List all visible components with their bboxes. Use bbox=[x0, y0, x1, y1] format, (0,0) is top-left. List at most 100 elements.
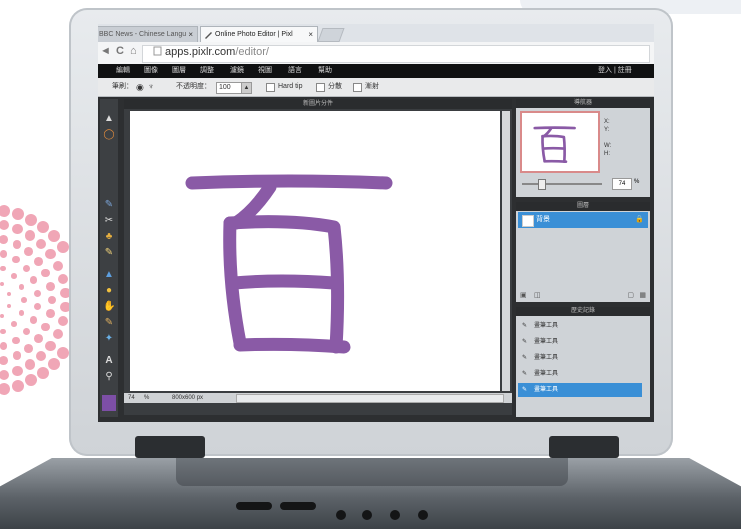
menu-view[interactable]: 視圖 bbox=[258, 64, 272, 78]
menu-layer[interactable]: 圖層 bbox=[172, 64, 186, 78]
decorative-dot bbox=[41, 322, 51, 332]
pencil-tool-icon[interactable]: ✎ bbox=[103, 317, 115, 329]
primary-color-swatch[interactable] bbox=[102, 395, 116, 411]
decorative-dot bbox=[30, 276, 38, 284]
decorative-dot bbox=[18, 284, 25, 290]
eraser-tool-icon[interactable]: ✎ bbox=[103, 247, 115, 259]
tab-close-icon[interactable]: × bbox=[188, 27, 193, 42]
decorative-dot bbox=[34, 334, 43, 344]
decorative-dot bbox=[33, 303, 42, 311]
text-tool-icon[interactable]: A bbox=[103, 355, 115, 367]
menu-help[interactable]: 幫助 bbox=[318, 64, 332, 78]
history-label: 畫筆工具 bbox=[534, 355, 559, 361]
new-layer-icon[interactable]: ▢ bbox=[627, 291, 634, 299]
canvas-horizontal-scrollbar[interactable] bbox=[236, 394, 504, 403]
lasso-tool-icon[interactable]: ◯ bbox=[103, 129, 115, 141]
menu-adjust[interactable]: 調整 bbox=[200, 64, 214, 78]
drawing-canvas[interactable]: 百 bbox=[130, 111, 500, 391]
layer-mask-icon[interactable]: ◫ bbox=[534, 291, 541, 299]
menu-filter[interactable]: 濾鏡 bbox=[230, 64, 244, 78]
decorative-dot bbox=[0, 250, 8, 258]
url-host: apps.pixlr.com bbox=[165, 46, 236, 58]
decorative-dot bbox=[41, 268, 51, 278]
opacity-dropdown-icon[interactable]: ▲ bbox=[241, 82, 252, 94]
layer-label: 背景 bbox=[536, 216, 550, 223]
history-label: 畫筆工具 bbox=[534, 339, 559, 345]
decorative-dot bbox=[12, 336, 20, 344]
delete-layer-icon[interactable]: ▦ bbox=[639, 291, 646, 299]
decorative-dot bbox=[0, 265, 6, 272]
decorative-dot bbox=[57, 274, 69, 285]
decorative-dot bbox=[34, 256, 43, 266]
reload-button[interactable]: C bbox=[116, 45, 124, 57]
tab-label: BBC News - Chinese Langu bbox=[99, 31, 187, 38]
scatter-label: 分散 bbox=[328, 83, 342, 90]
menu-image[interactable]: 圖像 bbox=[144, 64, 158, 78]
layer-lock-icon[interactable]: 🔒 bbox=[635, 212, 644, 228]
red-eye-tool-icon[interactable]: ✦ bbox=[103, 333, 115, 345]
login-register-link[interactable]: 登入 | 註冊 bbox=[598, 64, 632, 78]
navigator-zoom-slider[interactable] bbox=[522, 183, 602, 185]
hard-tip-checkbox[interactable] bbox=[266, 83, 275, 92]
url-text[interactable]: apps.pixlr.com/editor/ bbox=[153, 46, 269, 58]
decorative-dot bbox=[0, 369, 10, 380]
decorative-dot bbox=[0, 235, 9, 244]
scatter-checkbox[interactable] bbox=[316, 83, 325, 92]
clone-tool-icon[interactable]: ✂ bbox=[103, 215, 115, 227]
decorative-dot bbox=[7, 291, 12, 296]
fade-checkbox[interactable] bbox=[353, 83, 362, 92]
layer-settings-icon[interactable]: ▣ bbox=[520, 291, 527, 299]
browser-address-bar: ◄ ► C ⌂ apps.pixlr.com/editor/ bbox=[98, 42, 654, 65]
laptop-port bbox=[418, 510, 428, 520]
decorative-dot bbox=[0, 328, 6, 335]
smudge-tool-icon[interactable]: ✋ bbox=[103, 301, 115, 313]
navigator-thumbnail[interactable] bbox=[520, 111, 600, 173]
zoom-value[interactable]: 74 bbox=[128, 393, 135, 403]
navigator-zoom-unit: % bbox=[634, 179, 640, 185]
home-button[interactable]: ⌂ bbox=[130, 45, 137, 57]
pencil-icon bbox=[205, 32, 212, 39]
history-item[interactable]: ✎ 畫筆工具 bbox=[518, 367, 642, 381]
hard-tip-label: Hard tip bbox=[278, 83, 303, 90]
zoom-tool-icon[interactable]: ⚲ bbox=[103, 371, 115, 383]
new-tab-button[interactable] bbox=[317, 28, 345, 42]
brush-settings-icon[interactable]: ♆ bbox=[148, 78, 154, 96]
decorative-dot bbox=[36, 366, 49, 379]
layer-thumbnail bbox=[522, 215, 534, 227]
sharpen-tool-icon[interactable]: ▲ bbox=[103, 269, 115, 281]
menu-language[interactable]: 語言 bbox=[288, 64, 302, 78]
navigator-zoom-input[interactable]: 74 bbox=[612, 178, 632, 190]
url-path: /editor/ bbox=[235, 46, 269, 58]
dodge-tool-icon[interactable]: ● bbox=[103, 285, 115, 297]
menu-edit[interactable]: 編輯 bbox=[116, 64, 130, 78]
decorative-dot bbox=[46, 281, 55, 291]
tab-close-icon[interactable]: × bbox=[308, 27, 313, 42]
opacity-input[interactable]: 100 bbox=[216, 82, 242, 94]
stamp-tool-icon[interactable]: ♣ bbox=[103, 231, 115, 243]
laptop-touchpad bbox=[176, 458, 568, 486]
decorative-dot bbox=[11, 273, 17, 279]
decorative-dot bbox=[0, 220, 10, 231]
history-item[interactable]: ✎ 畫筆工具 bbox=[518, 319, 642, 333]
history-label: 畫筆工具 bbox=[534, 387, 559, 393]
tab-bbc-news[interactable]: BBC News - Chinese Langu × bbox=[98, 26, 198, 42]
decorative-dot bbox=[24, 344, 34, 353]
tab-pixlr-editor[interactable]: Online Photo Editor | Pixl × bbox=[200, 26, 318, 42]
brush-shape-icon[interactable]: ◉ bbox=[136, 78, 144, 96]
tool-options-bar: 筆刷： ◉ ♆ 不透明度： 100 ▲ Hard tip 分散 漸射 bbox=[98, 78, 654, 97]
document-title: 新圖片分件 bbox=[124, 99, 512, 109]
history-item[interactable]: ✎ 畫筆工具 bbox=[518, 351, 642, 365]
layer-item-background[interactable]: 背景 🔒 bbox=[518, 212, 648, 228]
back-button[interactable]: ◄ bbox=[100, 45, 111, 57]
selection-h-label: H: bbox=[604, 151, 610, 157]
history-panel: 歷史記錄 ✎ 畫筆工具 ✎ 畫筆工具 ✎ 畫筆工具 ✎ 畫筆工具 ✎ 畫筆工具 bbox=[516, 307, 650, 417]
decorative-dot bbox=[33, 289, 42, 297]
canvas-vertical-scrollbar[interactable] bbox=[502, 111, 510, 391]
move-tool-icon[interactable]: ▲ bbox=[103, 113, 115, 125]
brush-tool-icon[interactable]: ✎ bbox=[103, 199, 115, 211]
decorative-dot bbox=[24, 374, 37, 387]
laptop-screen: BBC News - Chinese Langu × Online Photo … bbox=[98, 24, 654, 422]
history-item[interactable]: ✎ 畫筆工具 bbox=[518, 335, 642, 349]
navigator-zoom-handle[interactable] bbox=[538, 179, 546, 190]
history-item[interactable]: ✎ 畫筆工具 bbox=[518, 383, 642, 397]
